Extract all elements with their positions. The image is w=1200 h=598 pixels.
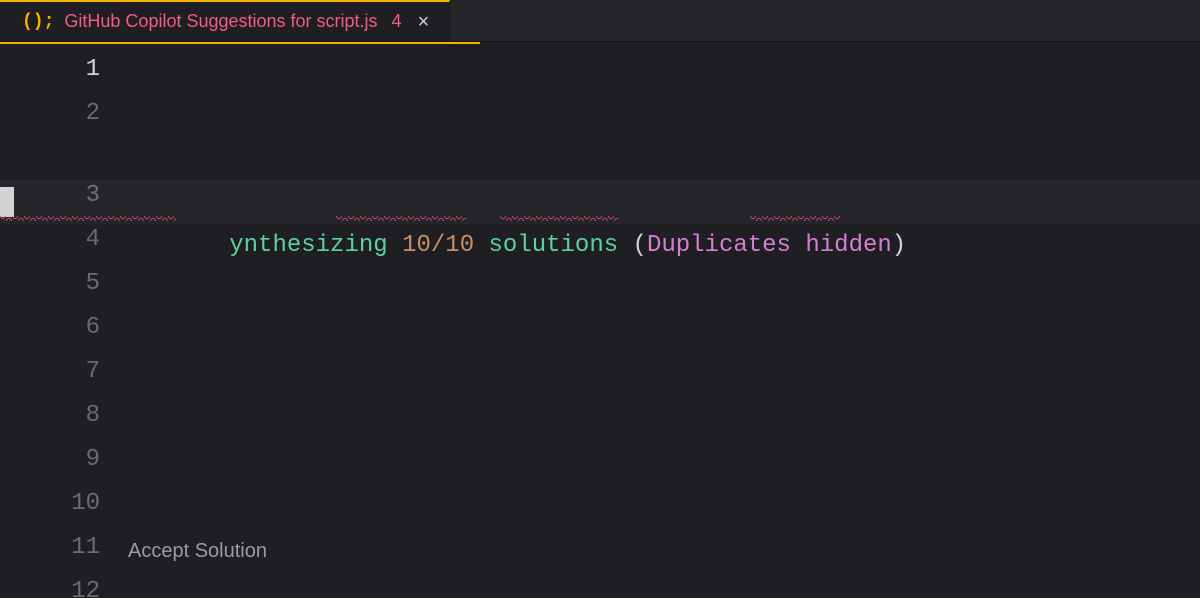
editor-tab[interactable]: (); GitHub Copilot Suggestions for scrip… xyxy=(0,0,450,41)
code-editor[interactable]: 1 2 3 4 5 6 7 8 9 10 11 12 SSynthesizing… xyxy=(0,42,1200,598)
file-type-icon: (); xyxy=(22,12,54,32)
status-line: SSynthesizing 10/10 solutions (Duplicate… xyxy=(0,180,1200,224)
line-number: 11 xyxy=(0,526,100,570)
line-number: 12 xyxy=(0,570,100,598)
line-gutter: 1 2 3 4 5 6 7 8 9 10 11 12 xyxy=(0,48,128,598)
tab-bar: (); GitHub Copilot Suggestions for scrip… xyxy=(0,0,1200,42)
line-number: 5 xyxy=(0,262,100,306)
tab-active-underline xyxy=(0,42,480,44)
line-number: 7 xyxy=(0,350,100,394)
status-duplicates: Duplicates hidden xyxy=(647,232,892,259)
accept-solution-codelens[interactable]: Accept Solution xyxy=(128,532,1200,570)
line-number: 8 xyxy=(0,394,100,438)
text-cursor xyxy=(0,187,14,217)
line-number: 10 xyxy=(0,482,100,526)
blank-line xyxy=(128,356,1200,400)
line-number: 4 xyxy=(0,218,100,262)
line-number: 6 xyxy=(0,306,100,350)
close-icon[interactable]: × xyxy=(416,10,432,34)
line-number: 1 xyxy=(0,48,100,92)
status-synthesizing: Synthesizing xyxy=(215,232,388,259)
line-number: 9 xyxy=(0,438,100,482)
tab-dirty-count: 4 xyxy=(392,11,402,32)
code-area[interactable]: SSynthesizing 10/10 solutions (Duplicate… xyxy=(128,48,1200,598)
line-number: 2 xyxy=(0,92,100,136)
status-progress: 10/10 xyxy=(402,232,474,259)
tab-title: GitHub Copilot Suggestions for script.js xyxy=(64,11,377,32)
status-solutions: solutions xyxy=(489,232,619,259)
